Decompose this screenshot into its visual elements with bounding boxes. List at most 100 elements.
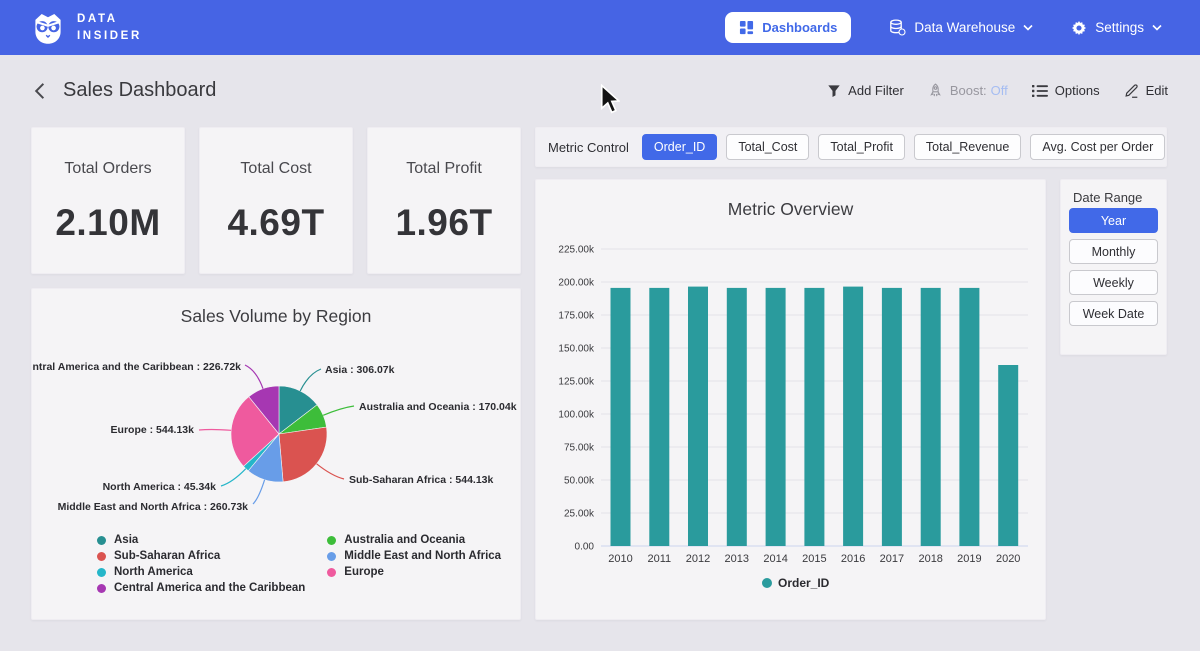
bar-2019[interactable] <box>959 288 979 546</box>
bar-2012[interactable] <box>688 287 708 546</box>
legend-label: Asia <box>114 534 138 546</box>
options-label: Options <box>1055 83 1100 98</box>
header-actions: Add Filter Boost: Off <box>827 83 1168 98</box>
bar-chart-svg: 0.0025.00k50.00k75.00k100.00k125.00k150.… <box>536 180 1047 621</box>
y-tick-label: 200.00k <box>558 278 595 289</box>
y-tick-label: 100.00k <box>558 410 595 421</box>
y-tick-label: 150.00k <box>558 344 595 355</box>
kpi-label: Total Profit <box>406 160 482 178</box>
filter-funnel-icon <box>827 84 841 98</box>
back-button[interactable] <box>30 80 49 102</box>
x-tick-label: 2013 <box>725 553 749 565</box>
legend-dot <box>327 552 336 561</box>
x-tick-label: 2010 <box>608 553 632 565</box>
app-root: DATA INSIDER Dashboards <box>0 0 1200 651</box>
legend-label: North America <box>114 566 193 578</box>
x-tick-label: 2011 <box>647 553 671 565</box>
legend-label: Middle East and North Africa <box>344 550 501 562</box>
metric-option-1[interactable]: Order_ID <box>642 134 717 160</box>
x-tick-label: 2016 <box>841 553 865 565</box>
brand-logo[interactable]: DATA INSIDER <box>30 10 142 46</box>
pie-slice-label: Sub-Saharan Africa : 544.13k <box>349 474 493 486</box>
chevron-down-icon <box>1152 24 1162 31</box>
x-tick-label: 2015 <box>802 553 826 565</box>
pie-slice-label: Central America and the Caribbean : 226.… <box>32 361 241 373</box>
metric-control-bar: Metric Control Order_ID Total_Cost Total_P… <box>535 127 1167 167</box>
bar-2018[interactable] <box>921 288 941 546</box>
edit-button[interactable]: Edit <box>1124 83 1168 98</box>
bar-2011[interactable] <box>649 288 669 546</box>
legend-label: Sub-Saharan Africa <box>114 550 220 562</box>
x-tick-label: 2017 <box>880 553 904 565</box>
x-tick-label: 2020 <box>996 553 1020 565</box>
bar-2010[interactable] <box>611 288 631 546</box>
legend-item[interactable]: Middle East and North Africa <box>327 550 501 562</box>
legend-item[interactable]: Sub-Saharan Africa <box>97 550 305 562</box>
dashboards-label: Dashboards <box>762 20 837 35</box>
dashboard-header: Sales Dashboard Add Filter <box>0 68 1200 113</box>
legend-dot <box>327 536 336 545</box>
data-warehouse-menu[interactable]: Data Warehouse <box>889 19 1033 36</box>
rocket-icon <box>928 83 943 98</box>
bar-2017[interactable] <box>882 288 902 546</box>
metric-option-2[interactable]: Total_Cost <box>726 134 809 160</box>
page-title: Sales Dashboard <box>63 79 216 102</box>
legend-label: Europe <box>344 566 384 578</box>
settings-menu[interactable]: Settings <box>1071 20 1162 36</box>
boost-toggle[interactable]: Boost: Off <box>928 83 1008 98</box>
pencil-edit-icon <box>1124 83 1139 98</box>
metric-control-buttons: Order_ID Total_Cost Total_Profit Total_Reve… <box>642 134 1165 160</box>
brand-line2: INSIDER <box>77 28 142 45</box>
top-navbar: DATA INSIDER Dashboards <box>0 0 1200 55</box>
x-tick-label: 2012 <box>686 553 710 565</box>
add-filter-button[interactable]: Add Filter <box>827 83 904 98</box>
y-tick-label: 175.00k <box>558 311 595 322</box>
legend-dot <box>97 584 106 593</box>
y-tick-label: 25.00k <box>564 509 595 520</box>
x-tick-label: 2019 <box>957 553 981 565</box>
legend-item[interactable]: Europe <box>327 566 501 578</box>
legend-item[interactable]: Central America and the Caribbean <box>97 582 305 594</box>
gear-icon <box>1071 20 1087 36</box>
pie-slice-3[interactable] <box>279 427 327 482</box>
legend-label: Australia and Oceania <box>344 534 465 546</box>
bar-2014[interactable] <box>766 288 786 546</box>
legend-item[interactable]: Australia and Oceania <box>327 534 501 546</box>
metric-option-5[interactable]: Avg. Cost per Order <box>1030 134 1165 160</box>
kpi-value: 2.10M <box>55 202 160 244</box>
date-range-option-2[interactable]: Monthly <box>1069 239 1158 264</box>
owl-logo-icon <box>30 10 66 46</box>
date-range-option-3[interactable]: Weekly <box>1069 270 1158 295</box>
bar-2013[interactable] <box>727 288 747 546</box>
bar-2020[interactable] <box>998 365 1018 546</box>
date-range-option-1[interactable]: Year <box>1069 208 1158 233</box>
pie-leader-line <box>199 430 231 431</box>
date-range-buttons: Year Monthly Weekly Week Date <box>1069 208 1158 326</box>
y-tick-label: 225.00k <box>558 245 595 256</box>
legend-label: Central America and the Caribbean <box>114 582 305 594</box>
kpi-card-total-cost: Total Cost 4.69T <box>199 127 353 274</box>
bar-2016[interactable] <box>843 287 863 546</box>
boost-state: Off <box>991 83 1008 98</box>
navbar-menu: Dashboards Data Warehouse <box>725 12 1162 43</box>
date-range-option-4[interactable]: Week Date <box>1069 301 1158 326</box>
x-tick-label: 2018 <box>918 553 942 565</box>
pie-legend: Asia Sub-Saharan Africa North America Centr… <box>97 532 501 596</box>
dashboards-button[interactable]: Dashboards <box>725 12 851 43</box>
legend-item[interactable]: Asia <box>97 534 305 546</box>
legend-item[interactable]: North America <box>97 566 305 578</box>
pie-leader-line <box>253 480 265 504</box>
metric-control-label: Metric Control <box>548 140 629 155</box>
kpi-value: 1.96T <box>395 202 492 244</box>
y-tick-label: 50.00k <box>564 476 595 487</box>
bar-legend-label: Order_ID <box>778 576 830 590</box>
bar-2015[interactable] <box>804 288 824 546</box>
kpi-card-total-orders: Total Orders 2.10M <box>31 127 185 274</box>
metric-option-4[interactable]: Total_Revenue <box>914 134 1021 160</box>
pie-leader-line <box>245 365 263 389</box>
pie-slice-label: North America : 45.34k <box>103 481 217 493</box>
pie-slice-label: Australia and Oceania : 170.04k <box>359 401 517 413</box>
pie-leader-line <box>221 469 246 486</box>
metric-option-3[interactable]: Total_Profit <box>818 134 905 160</box>
options-button[interactable]: Options <box>1032 83 1100 98</box>
